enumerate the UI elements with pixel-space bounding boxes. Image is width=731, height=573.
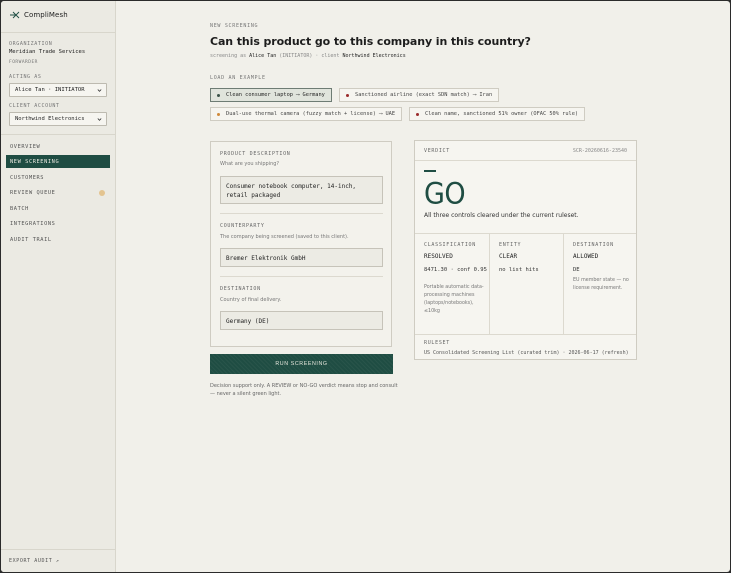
decision-disclaimer: Decision support only. A REVIEW or NO-GO… — [210, 383, 398, 397]
destination-note: EU member state — no license requirement… — [573, 278, 629, 291]
client-account-value: Northwind Electronics — [15, 116, 85, 122]
verdict-label: Verdict — [424, 148, 450, 154]
entity-value: Clear — [499, 253, 518, 260]
verdict-divider — [415, 160, 636, 161]
entity-detail: no list hits — [499, 267, 539, 273]
sub-client: Northwind Electronics — [342, 53, 406, 59]
example-chip-label: Sanctioned airline (exact SDN match) ⟶ I… — [355, 92, 493, 98]
sub-user: Alice Tan — [249, 53, 277, 59]
example-chip-label: Clean consumer laptop ⟶ Germany — [226, 92, 325, 98]
nav-new-screening[interactable]: New screening — [6, 155, 110, 168]
nav-customers[interactable]: Customers — [6, 171, 110, 184]
nav-review-queue-label: Review queue — [10, 189, 56, 196]
review-queue-badge — [99, 189, 105, 196]
org-role: Forwarder — [9, 60, 38, 65]
status-dot-icon — [416, 113, 419, 116]
sub-prefix: screening as — [210, 53, 247, 59]
example-chip-dual-use-camera[interactable]: Dual-use thermal camera (fuzzy match + l… — [210, 107, 403, 121]
screening-id: SCR-20260616-23540 — [572, 148, 627, 154]
nav-integrations[interactable]: Integrations — [6, 217, 110, 230]
verdict-result: GO — [424, 177, 466, 212]
classification-column: Classification Resolved 8471.30 · conf 0… — [415, 233, 489, 334]
verdict-divider — [415, 334, 636, 335]
sidebar-divider — [1, 549, 116, 550]
status-dot-icon — [346, 94, 349, 97]
nav-review-queue[interactable]: Review queue — [6, 186, 110, 199]
destination-help: Country of final delivery. — [220, 297, 282, 303]
ruleset-value: US Consolidated Screening List (curated … — [424, 350, 629, 356]
run-screening-button[interactable]: Run screening — [210, 354, 393, 374]
classification-code: 8471.30 · conf 0.95 — [424, 267, 487, 273]
sub-role: (INITIATOR) · client — [279, 53, 340, 59]
destination-column: Destination Allowed DE EU member state —… — [563, 233, 636, 334]
example-chip-sanctioned-airline[interactable]: Sanctioned airline (exact SDN match) ⟶ I… — [339, 88, 500, 102]
ruleset-label: Ruleset — [424, 340, 450, 346]
sidebar: CompliMesh Organization Meridian Trade S… — [1, 1, 116, 572]
client-label: Client account — [9, 103, 60, 109]
screening-form: Product description What are you shippin… — [210, 141, 392, 347]
destination-input[interactable]: Germany (DE) — [220, 311, 383, 330]
sidebar-divider — [1, 134, 116, 135]
acting-as-select[interactable]: Alice Tan · INITIATOR — [9, 83, 107, 97]
examples-label: Load an example — [210, 75, 266, 81]
chevron-down-icon — [97, 117, 102, 122]
status-dot-icon — [217, 94, 220, 97]
example-chip-ofac-50-rule[interactable]: Clean name, sanctioned 51% owner (OFAC 5… — [409, 107, 586, 121]
app-window: CompliMesh Organization Meridian Trade S… — [1, 1, 730, 572]
destination-label: Destination — [220, 286, 261, 292]
classification-label: Classification — [424, 242, 476, 248]
example-chip-label: Dual-use thermal camera (fuzzy match + l… — [226, 111, 396, 117]
product-description-label: Product description — [220, 151, 291, 157]
main-content: New screening Can this product go to thi… — [116, 1, 730, 572]
form-divider — [220, 213, 383, 214]
nav-batch[interactable]: Batch — [6, 202, 110, 215]
export-audit-link[interactable]: Export audit ↗ — [9, 558, 60, 564]
screening-context: screening as Alice Tan (INITIATOR) · cli… — [210, 53, 406, 59]
org-label: Organization — [9, 41, 53, 47]
nav-audit-trail[interactable]: Audit trail — [6, 233, 110, 246]
sidebar-divider — [1, 32, 116, 33]
client-account-select[interactable]: Northwind Electronics — [9, 112, 107, 126]
nav-overview[interactable]: Overview — [6, 140, 110, 153]
org-name: Meridian Trade Services — [9, 49, 86, 55]
app-name: CompliMesh — [24, 11, 68, 19]
entity-label: Entity — [499, 242, 522, 248]
verdict-card: Verdict SCR-20260616-23540 GO All three … — [414, 140, 637, 360]
destination-verdict-value: Allowed — [573, 253, 599, 260]
verdict-summary: All three controls cleared under the cur… — [424, 212, 579, 219]
example-chip-clean-laptop[interactable]: Clean consumer laptop ⟶ Germany — [210, 88, 332, 102]
example-chip-label: Clean name, sanctioned 51% owner (OFAC 5… — [425, 111, 579, 117]
product-description-input[interactable]: Consumer notebook computer, 14-inch, ret… — [220, 176, 383, 204]
acting-as-value: Alice Tan · INITIATOR — [15, 87, 85, 93]
chevron-down-icon — [97, 88, 102, 93]
product-description-help: What are you shipping? — [220, 161, 280, 167]
verdict-accent-bar — [424, 170, 436, 172]
counterparty-input[interactable]: Bremer Elektronik GmbH — [220, 248, 383, 267]
classification-note: Portable automatic data-processing machi… — [424, 285, 484, 314]
form-divider — [220, 276, 383, 277]
page-title: Can this product go to this company in t… — [210, 35, 531, 48]
destination-verdict-label: Destination — [573, 242, 614, 248]
brand[interactable]: CompliMesh — [10, 11, 68, 19]
counterparty-help: The company being screened (saved to thi… — [220, 234, 349, 240]
destination-code: DE — [573, 267, 580, 273]
status-dot-icon — [217, 113, 220, 116]
acting-label: Acting as — [9, 74, 42, 80]
counterparty-label: Counterparty — [220, 223, 265, 229]
classification-value: Resolved — [424, 253, 453, 260]
entity-column: Entity Clear no list hits — [489, 233, 563, 334]
mesh-logo-icon — [10, 11, 20, 19]
page-eyebrow: New screening — [210, 23, 259, 29]
